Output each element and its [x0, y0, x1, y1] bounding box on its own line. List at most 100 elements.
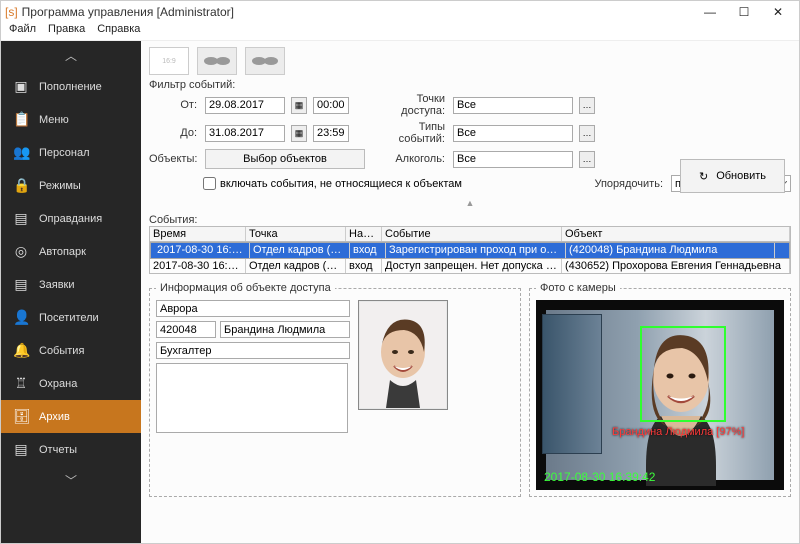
sidebar-item-label: Посетители [39, 312, 99, 324]
sidebar-item-label: Заявки [39, 279, 75, 291]
lock-icon: 🔒 [13, 177, 29, 194]
info-company[interactable] [156, 300, 350, 317]
from-date-input[interactable] [205, 97, 285, 114]
sidebar-item-personnel[interactable]: 👥 Персонал [1, 136, 141, 169]
from-date-picker-icon[interactable]: ▦ [291, 97, 307, 114]
alcohol-picker-icon[interactable]: … [579, 151, 595, 168]
sidebar-item-excuses[interactable]: ▤ Оправдания [1, 202, 141, 235]
event-types-label: Типы событий: [377, 121, 447, 145]
view-thumb-2[interactable] [197, 47, 237, 75]
view-thumb-3[interactable] [245, 47, 285, 75]
info-name[interactable] [220, 321, 350, 338]
info-notes[interactable] [156, 363, 348, 433]
camera-view: Брандина Людмила [97%] 2017-08-30 16:39:… [536, 300, 784, 490]
menubar: Файл Правка Справка [1, 23, 799, 41]
doc-icon: ▤ [13, 210, 29, 227]
include-unrelated-input[interactable] [203, 177, 216, 190]
sidebar-item-label: События [39, 345, 84, 357]
to-time-input[interactable] [313, 125, 349, 142]
choose-objects-button[interactable]: Выбор объектов [205, 149, 365, 169]
sidebar: ︿ ▣ Пополнение 📋 Меню 👥 Персонал 🔒 Режимы ▤ О… [1, 41, 141, 543]
target-icon: ◎ [13, 243, 29, 260]
sidebar-scroll-up[interactable]: ︿ [1, 41, 141, 70]
to-label: До: [149, 127, 199, 139]
to-date-picker-icon[interactable]: ▦ [291, 125, 307, 142]
sidebar-item-label: Меню [39, 114, 69, 126]
access-points-picker-icon[interactable]: … [579, 97, 595, 114]
events-table: Время Точка Напр. Событие Объект 2017-08… [149, 226, 791, 274]
sidebar-scroll-down[interactable]: ﹀ [1, 466, 141, 495]
col-object[interactable]: Объект [562, 227, 790, 241]
info-position[interactable] [156, 342, 350, 359]
event-types-input[interactable] [453, 125, 573, 142]
card-icon: ▣ [13, 78, 29, 95]
report-icon: ▤ [13, 441, 29, 458]
alcohol-label: Алкоголь: [377, 153, 447, 165]
sidebar-item-modes[interactable]: 🔒 Режимы [1, 169, 141, 202]
clipboard-icon: 📋 [13, 111, 29, 128]
menu-help[interactable]: Справка [97, 23, 140, 40]
sidebar-item-label: Архив [39, 411, 70, 423]
sidebar-item-security[interactable]: ♖ Охрана [1, 367, 141, 400]
sidebar-item-visitors[interactable]: 👤 Посетители [1, 301, 141, 334]
face-detection-box [640, 326, 726, 422]
sidebar-item-label: Пополнение [39, 81, 102, 93]
objects-label: Объекты: [149, 153, 199, 165]
sidebar-item-topup[interactable]: ▣ Пополнение [1, 70, 141, 103]
maximize-button[interactable]: ☐ [727, 1, 761, 23]
sidebar-item-archive[interactable]: 🗄 Архив [1, 400, 141, 433]
splitter-handle[interactable]: ▲ [149, 198, 791, 208]
from-label: От: [149, 99, 199, 111]
camera-title: Фото с камеры [536, 282, 620, 294]
close-button[interactable]: ✕ [761, 1, 795, 23]
sidebar-item-label: Отчеты [39, 444, 77, 456]
id-photo [358, 300, 448, 410]
info-id[interactable] [156, 321, 216, 338]
col-dir[interactable]: Напр. [346, 227, 382, 241]
from-time-input[interactable] [313, 97, 349, 114]
info-title: Информация об объекте доступа [156, 282, 335, 294]
people-icon: 👥 [13, 144, 29, 161]
sidebar-item-label: Персонал [39, 147, 90, 159]
sidebar-item-label: Оправдания [39, 213, 102, 225]
bell-icon: 🔔 [13, 342, 29, 359]
table-row[interactable]: 2017-08-30 16:39:42 Отдел кадров (14) вх… [150, 242, 790, 259]
order-label: Упорядочить: [594, 178, 663, 190]
col-time[interactable]: Время [150, 227, 246, 241]
include-unrelated-checkbox[interactable]: включать события, не относящиеся к объек… [203, 177, 462, 190]
menu-file[interactable]: Файл [9, 23, 36, 40]
to-date-input[interactable] [205, 125, 285, 142]
sidebar-item-menu[interactable]: 📋 Меню [1, 103, 141, 136]
window-title: Программа управления [Administrator] [22, 5, 693, 19]
sidebar-item-reports[interactable]: ▤ Отчеты [1, 433, 141, 466]
update-button[interactable]: ↻ Обновить [680, 159, 785, 193]
event-types-picker-icon[interactable]: … [579, 125, 595, 142]
access-points-input[interactable] [453, 97, 573, 114]
titlebar: [s] Программа управления [Administrator]… [1, 1, 799, 23]
col-point[interactable]: Точка [246, 227, 346, 241]
include-unrelated-label: включать события, не относящиеся к объек… [220, 178, 462, 190]
update-button-label: Обновить [716, 170, 766, 182]
events-title: События: [149, 214, 791, 226]
filter-title: Фильтр событий: [149, 79, 791, 91]
app-icon: [s] [5, 5, 18, 19]
access-points-label: Точки доступа: [377, 93, 447, 117]
sidebar-item-label: Охрана [39, 378, 77, 390]
camera-overlay-name: Брандина Людмила [97%] [612, 426, 744, 438]
menu-edit[interactable]: Правка [48, 23, 85, 40]
camera-overlay-time: 2017-08-30 16:39:42 [544, 470, 655, 484]
sidebar-item-events[interactable]: 🔔 События [1, 334, 141, 367]
minimize-button[interactable]: — [693, 1, 727, 23]
archive-icon: 🗄 [13, 408, 29, 425]
shield-icon: ♖ [13, 375, 29, 392]
note-icon: ▤ [13, 276, 29, 293]
badge-icon: 👤 [13, 309, 29, 326]
col-event[interactable]: Событие [382, 227, 562, 241]
refresh-icon: ↻ [699, 170, 708, 183]
sidebar-item-requests[interactable]: ▤ Заявки [1, 268, 141, 301]
table-row[interactable]: 2017-08-30 16:39:43 Отдел кадров (14) вх… [150, 259, 790, 273]
sidebar-item-label: Режимы [39, 180, 81, 192]
sidebar-item-autopark[interactable]: ◎Автопарк [1, 235, 141, 268]
view-thumb-1[interactable]: 16:9 [149, 47, 189, 75]
alcohol-input[interactable] [453, 151, 573, 168]
